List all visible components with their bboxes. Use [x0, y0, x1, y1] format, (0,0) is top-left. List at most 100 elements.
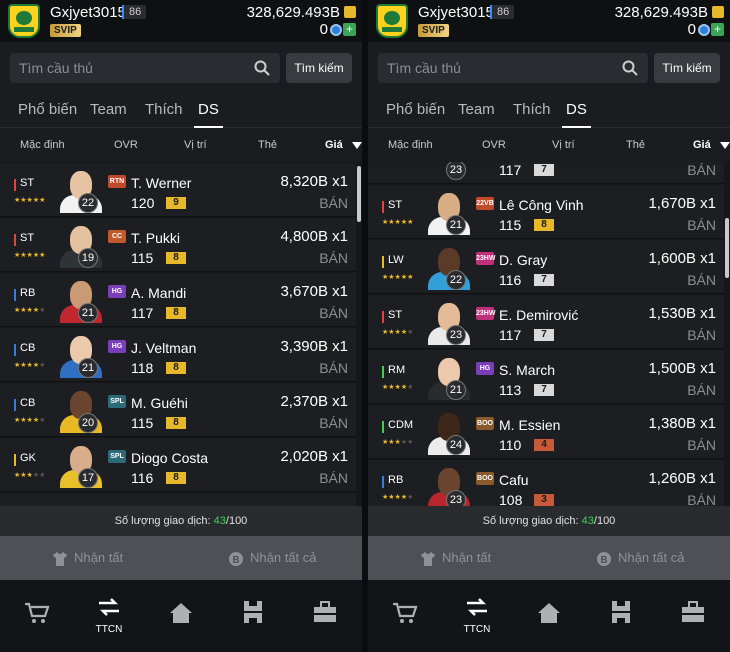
skill-stars: ★★★★★ [382, 494, 414, 501]
player-row[interactable]: ST ★★★★★ 19 CC T. Pukki 115 8 4,800B x1 BÁN [0, 218, 356, 272]
claim-all-button[interactable]: B Nhận tất cả [228, 536, 317, 580]
search-button[interactable]: Tìm kiếm [654, 53, 720, 83]
sort-col-1[interactable]: OVR [482, 139, 506, 151]
nav-formation[interactable] [238, 600, 268, 629]
nav-shop[interactable] [22, 602, 52, 629]
add-coin-button[interactable]: + [343, 23, 356, 36]
player-ovr: 120 [131, 195, 155, 211]
sort-col-2[interactable]: Vị trí [552, 139, 575, 151]
nav-inventory[interactable] [678, 601, 708, 628]
player-row[interactable]: RB ★★★★★ 21 HG A. Mandi 117 8 3,670B x1 BÁN [0, 273, 356, 327]
player-row[interactable]: ST ★★★★★ 21 22VB Lê Công Vinh 115 8 1,670B x1 BÁ… [368, 185, 724, 239]
top-bar: Gxjyet3015 86 SVIP 328,629.493B 0 + [368, 0, 730, 42]
tab-3[interactable]: DS [194, 101, 223, 128]
add-coin-button[interactable]: + [711, 23, 724, 36]
season-card-icon: SPL [108, 395, 126, 408]
price-value: 3,390B x1 [280, 338, 348, 355]
search-button[interactable]: Tìm kiếm [286, 53, 352, 83]
sort-col-3[interactable]: Thẻ [626, 139, 645, 151]
player-row[interactable]: ST ★★★★★ 23 23HW E. Demirović 117 7 1,530B x1 BÁ… [368, 295, 724, 349]
search-input[interactable] [10, 53, 240, 83]
search-icon[interactable] [254, 60, 270, 76]
claim-items-button[interactable]: Nhận tất [52, 536, 123, 580]
bp-currency-icon [344, 6, 356, 18]
position-color-bar [382, 366, 384, 378]
field-icon [244, 601, 262, 623]
season-card-icon: HG [108, 340, 126, 353]
sell-button[interactable]: BÁN [687, 382, 716, 398]
sell-button[interactable]: BÁN [687, 492, 716, 506]
player-name: T. Werner [131, 175, 192, 191]
sell-button[interactable]: BÁN [319, 250, 348, 266]
sell-button[interactable]: BÁN [319, 305, 348, 321]
home-icon [170, 603, 192, 623]
home-icon [538, 603, 560, 623]
nav-transfer-market[interactable]: TTCN [462, 598, 492, 635]
player-row-partial: 23 117 7 BÁN [368, 162, 724, 184]
sort-desc-icon[interactable] [720, 142, 730, 149]
sort-col-4[interactable]: Giá [325, 139, 343, 151]
sell-button[interactable]: BÁN [687, 437, 716, 453]
bottom-nav: TTCN [368, 580, 730, 652]
age-badge: 20 [78, 413, 98, 433]
sort-col-0[interactable]: Mặc định [388, 139, 433, 151]
sell-button[interactable]: BÁN [687, 327, 716, 343]
briefcase-icon [314, 601, 336, 622]
player-row[interactable]: ST ★★★★★ 22 RTN T. Werner 120 9 8,320B x1 BÁN [0, 163, 356, 217]
sort-col-2[interactable]: Vị trí [184, 139, 207, 151]
search-row: Tìm kiếm [0, 42, 362, 92]
sort-col-4[interactable]: Giá [693, 139, 711, 151]
coin-icon [698, 24, 710, 36]
nav-home[interactable] [166, 602, 196, 629]
claim-items-button[interactable]: Nhận tất [420, 536, 491, 580]
search-row: Tìm kiếm [368, 42, 730, 92]
list-scrollbar[interactable] [357, 166, 361, 222]
season-card-icon: BOO [476, 472, 494, 485]
claim-all-button[interactable]: B Nhận tất cả [596, 536, 685, 580]
player-row[interactable]: GK ★★★★★ 17 SPL Diogo Costa 116 8 2,020B x1 BÁN [0, 438, 356, 492]
nav-inventory[interactable] [310, 601, 340, 628]
sort-col-3[interactable]: Thẻ [258, 139, 277, 151]
search-input[interactable] [378, 53, 608, 83]
bp-coin-icon: B [597, 551, 611, 566]
tab-0[interactable]: Phổ biến [386, 101, 445, 118]
tab-1[interactable]: Team [90, 101, 127, 118]
nav-shop[interactable] [390, 602, 420, 629]
transaction-count: Số lượng giao dịch: 43/100 [0, 506, 362, 536]
position-label: RM [388, 364, 406, 376]
price-value: 1,530B x1 [648, 305, 716, 322]
nav-transfer-market[interactable]: TTCN [94, 598, 124, 635]
balance-value: 328,629.493B [246, 4, 340, 21]
player-row[interactable]: RM ★★★★★ 21 HG S. March 113 7 1,500B x1 BÁN [368, 350, 724, 404]
sort-desc-icon[interactable] [352, 142, 362, 149]
position-color-bar [14, 344, 16, 356]
sell-button[interactable]: BÁN [319, 360, 348, 376]
position-color-bar [382, 256, 384, 268]
player-name: Diogo Costa [131, 450, 209, 466]
sell-button[interactable]: BÁN [319, 195, 348, 211]
player-row[interactable]: CB ★★★★★ 21 HG J. Veltman 118 8 3,390B x1 BÁN [0, 328, 356, 382]
bottom-nav: TTCN [0, 580, 362, 652]
search-icon[interactable] [622, 60, 638, 76]
player-row[interactable]: CB ★★★★★ 20 SPL M. Guéhi 115 8 2,370B x1 BÁN [0, 383, 356, 437]
level-badge: 86 [122, 5, 147, 19]
nav-home[interactable] [534, 602, 564, 629]
sell-button[interactable]: BÁN [319, 415, 348, 431]
sort-col-0[interactable]: Mặc định [20, 139, 65, 151]
nav-formation[interactable] [606, 600, 636, 629]
tab-1[interactable]: Team [458, 101, 495, 118]
list-scrollbar[interactable] [725, 218, 729, 278]
position-label: CB [20, 342, 36, 354]
sort-col-1[interactable]: OVR [114, 139, 138, 151]
sell-button[interactable]: BÁN [319, 470, 348, 486]
tab-3[interactable]: DS [562, 101, 591, 128]
tab-2[interactable]: Thích [513, 101, 551, 118]
player-row[interactable]: CDM ★★★★★ 24 BOO M. Essien 110 4 1,380B x1 BÁN [368, 405, 724, 459]
tab-0[interactable]: Phổ biến [18, 101, 77, 118]
sell-button[interactable]: BÁN [687, 217, 716, 233]
shirt-icon [421, 551, 435, 566]
player-row[interactable]: LW ★★★★★ 22 23HW D. Gray 116 7 1,600B x1 BÁN [368, 240, 724, 294]
player-row[interactable]: RB ★★★★★ 23 BOO Cafu 108 3 1,260B x1 BÁN [368, 460, 724, 506]
sell-button[interactable]: BÁN [687, 272, 716, 288]
tab-2[interactable]: Thích [145, 101, 183, 118]
